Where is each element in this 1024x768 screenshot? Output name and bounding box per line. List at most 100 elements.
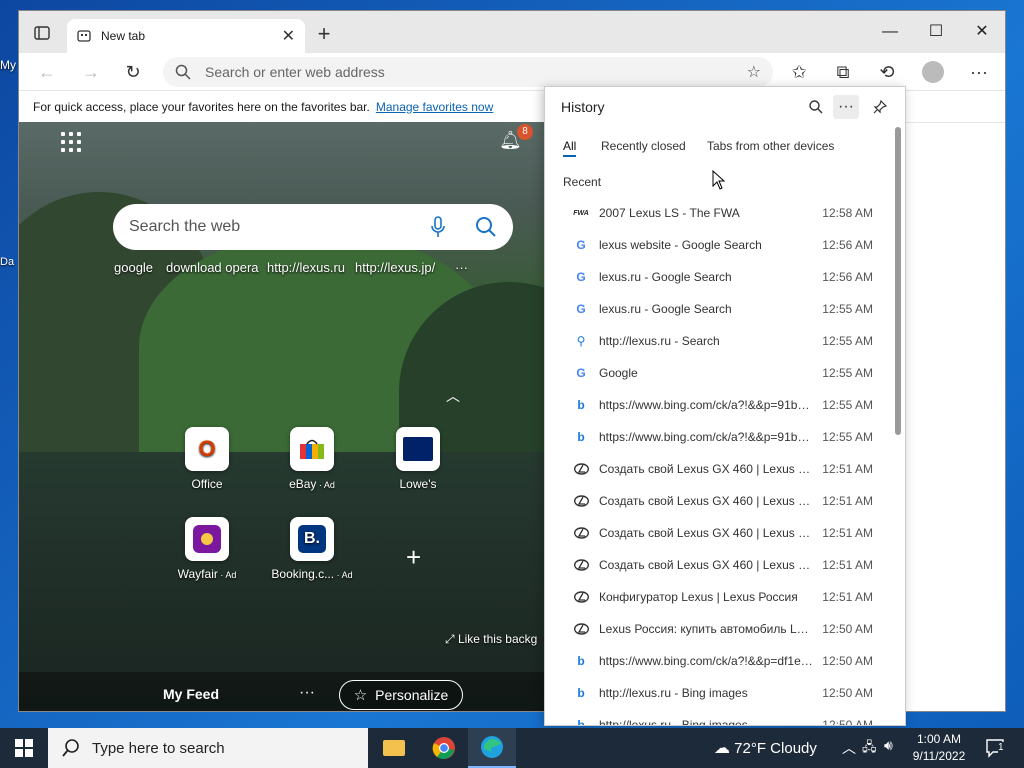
history-item[interactable]: Конфигуратор Lexus | Lexus Россия 12:51 A… bbox=[545, 581, 895, 613]
bing-icon: b bbox=[577, 686, 585, 700]
search-icon[interactable] bbox=[475, 216, 497, 238]
new-tab-page-icon bbox=[77, 30, 91, 42]
web-search-box[interactable]: Search the web bbox=[113, 204, 513, 250]
ebay-icon bbox=[290, 427, 334, 471]
add-site-button[interactable]: + bbox=[406, 542, 421, 573]
refresh-button[interactable]: ↻ bbox=[119, 59, 147, 85]
settings-menu-button[interactable]: ··· bbox=[965, 59, 993, 85]
history-item[interactable]: G Google 12:55 AM bbox=[545, 357, 895, 389]
chevron-up-icon[interactable]: ︿ bbox=[446, 386, 460, 406]
folder-icon bbox=[383, 740, 405, 756]
history-item-time: 12:51 AM bbox=[822, 590, 873, 604]
address-bar[interactable]: Search or enter web address ☆ bbox=[163, 57, 773, 87]
profile-button[interactable] bbox=[919, 59, 947, 85]
history-item[interactable]: b https://www.bing.com/ck/a?!&&p=91bca...… bbox=[545, 421, 895, 453]
history-item[interactable]: Создать свой Lexus GX 460 | Lexus Россия… bbox=[545, 453, 895, 485]
history-item[interactable]: FWA 2007 Lexus LS - The FWA 12:58 AM bbox=[545, 197, 895, 229]
tab-close-icon[interactable]: ✕ bbox=[282, 26, 295, 46]
quick-link[interactable]: http://lexus.jp/ bbox=[355, 260, 435, 275]
top-site-tile[interactable]: Lowe's bbox=[373, 427, 463, 491]
history-item-time: 12:50 AM bbox=[822, 654, 873, 668]
volume-icon[interactable]: 🔊︎ bbox=[884, 737, 893, 754]
history-search-button[interactable] bbox=[803, 95, 829, 119]
chrome-button[interactable] bbox=[420, 728, 468, 768]
new-tab-button[interactable]: + bbox=[311, 23, 337, 47]
personalize-button[interactable]: ☆ Personalize bbox=[339, 680, 463, 710]
history-item[interactable]: b https://www.bing.com/ck/a?!&&p=df1efc..… bbox=[545, 645, 895, 677]
file-explorer-button[interactable] bbox=[370, 728, 418, 768]
quick-link[interactable]: download opera bbox=[166, 260, 259, 275]
pin-history-button[interactable] bbox=[867, 95, 893, 119]
history-item[interactable]: Создать свой Lexus GX 460 | Lexus Россия… bbox=[545, 485, 895, 517]
like-background-button[interactable]: ⤢ Like this backg bbox=[445, 632, 537, 647]
history-item[interactable]: ⚲ http://lexus.ru - Search 12:55 AM bbox=[545, 325, 895, 357]
app-launcher-button[interactable] bbox=[61, 132, 81, 152]
history-item-time: 12:56 AM bbox=[822, 270, 873, 284]
favorites-button[interactable]: ✩ bbox=[785, 59, 813, 85]
history-button[interactable]: ⟲ bbox=[873, 59, 901, 85]
tab-new-tab[interactable]: New tab ✕ bbox=[67, 19, 305, 53]
close-window-button[interactable]: ✕ bbox=[959, 19, 1005, 45]
tab-all[interactable]: All bbox=[563, 139, 577, 157]
minimize-button[interactable]: — bbox=[867, 19, 913, 45]
address-placeholder: Search or enter web address bbox=[205, 64, 385, 80]
action-center-button[interactable]: 1 bbox=[976, 728, 1016, 768]
history-item[interactable]: Создать свой Lexus GX 460 | Lexus Россия… bbox=[545, 549, 895, 581]
desktop-icon-label[interactable]: Da bbox=[0, 256, 14, 268]
my-feed-tab[interactable]: My Feed bbox=[163, 686, 219, 702]
clock-date: 9/11/2022 bbox=[912, 749, 966, 763]
history-item-title: Создать свой Lexus GX 460 | Lexus Россия bbox=[599, 558, 815, 572]
top-site-tile[interactable]: eBay · Ad bbox=[267, 427, 357, 491]
weather-widget[interactable]: ☁ 72°F Cloudy bbox=[714, 738, 817, 758]
maximize-button[interactable]: ☐ bbox=[913, 19, 959, 45]
more-icon: ··· bbox=[970, 61, 988, 82]
top-site-tile[interactable]: Wayfair · Ad bbox=[162, 517, 252, 581]
network-icon[interactable]: 🖧︎ bbox=[862, 738, 877, 760]
mouse-cursor-icon bbox=[712, 170, 726, 190]
edge-button[interactable] bbox=[468, 728, 516, 768]
top-site-tile[interactable]: B. Booking.c... · Ad bbox=[267, 517, 357, 581]
arrow-right-icon: → bbox=[82, 61, 100, 82]
manage-favorites-link[interactable]: Manage favorites now bbox=[376, 100, 493, 114]
quick-link[interactable]: http://lexus.ru bbox=[267, 260, 345, 275]
tab-recently-closed[interactable]: Recently closed bbox=[601, 139, 686, 153]
taskbar-search[interactable]: Type here to search bbox=[48, 728, 368, 768]
history-item-time: 12:56 AM bbox=[822, 238, 873, 252]
history-list: FWA 2007 Lexus LS - The FWA 12:58 AM Glexus… bbox=[545, 197, 895, 725]
history-more-button[interactable]: ··· bbox=[833, 95, 859, 119]
quick-links-more-button[interactable]: ··· bbox=[455, 260, 468, 275]
history-item[interactable]: Glexus.ru - Google Search 12:55 AM bbox=[545, 293, 895, 325]
history-item[interactable]: Создать свой Lexus GX 460 | Lexus Россия… bbox=[545, 517, 895, 549]
history-item-title: lexus.ru - Google Search bbox=[599, 270, 732, 284]
history-item-time: 12:55 AM bbox=[822, 334, 873, 348]
start-button[interactable] bbox=[0, 728, 48, 768]
title-bar: New tab ✕ + — ☐ ✕ bbox=[19, 11, 1005, 53]
history-item-title: lexus website - Google Search bbox=[599, 238, 762, 252]
feed-more-icon[interactable]: ··· bbox=[299, 684, 315, 702]
history-icon: ⟲ bbox=[879, 61, 895, 82]
add-favorite-icon[interactable]: ☆ bbox=[747, 62, 761, 82]
history-item[interactable]: Lexus Россия: купить автомобиль Lexus ..… bbox=[545, 613, 895, 645]
history-header: History ··· bbox=[545, 87, 905, 127]
collections-button[interactable]: ⧉ bbox=[829, 59, 857, 85]
tab-other-devices[interactable]: Tabs from other devices bbox=[707, 139, 834, 153]
bing-icon: b bbox=[577, 430, 585, 444]
microphone-icon[interactable] bbox=[431, 216, 445, 238]
quick-link[interactable]: google bbox=[114, 260, 153, 275]
history-item[interactable]: b http://lexus.ru - Bing images 12:50 AM bbox=[545, 709, 895, 725]
history-item[interactable]: Glexus.ru - Google Search 12:56 AM bbox=[545, 261, 895, 293]
history-item[interactable]: Glexus website - Google Search 12:56 AM bbox=[545, 229, 895, 261]
tab-actions-button[interactable] bbox=[25, 21, 59, 45]
forward-button[interactable]: → bbox=[77, 59, 105, 85]
chevron-up-icon[interactable]: ︿ bbox=[842, 738, 856, 758]
top-site-tile[interactable]: O Office bbox=[162, 427, 252, 491]
back-button[interactable]: ← bbox=[33, 59, 61, 85]
notification-count: 1 bbox=[998, 742, 1004, 753]
refresh-icon: ↻ bbox=[125, 61, 141, 82]
clock[interactable]: 1:00 AM 9/11/2022 bbox=[906, 731, 972, 765]
history-item-title: Создать свой Lexus GX 460 | Lexus Россия bbox=[599, 494, 815, 508]
history-scrollbar[interactable] bbox=[895, 127, 901, 435]
desktop-icon-label[interactable]: My bbox=[0, 58, 16, 72]
history-item[interactable]: b https://www.bing.com/ck/a?!&&p=91bca...… bbox=[545, 389, 895, 421]
history-item[interactable]: b http://lexus.ru - Bing images 12:50 AM bbox=[545, 677, 895, 709]
